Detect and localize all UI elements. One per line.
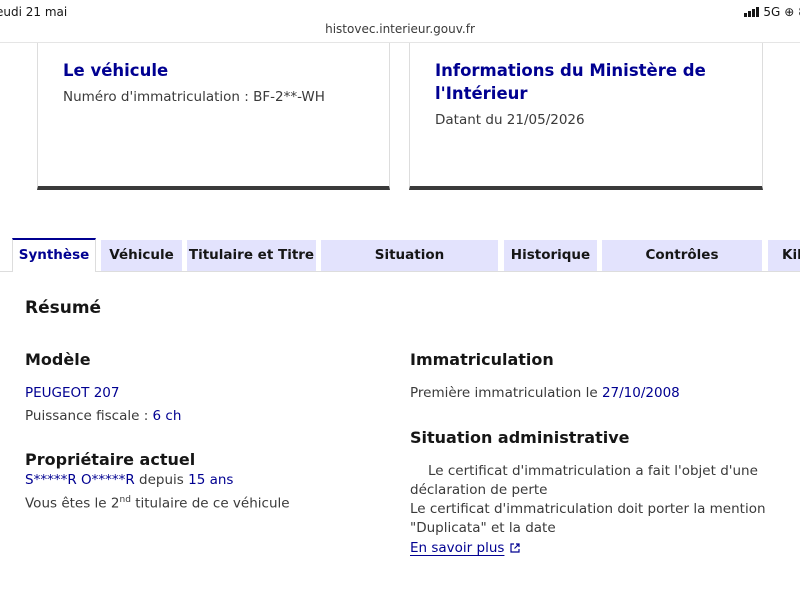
vehicle-card-title: Le véhicule <box>63 61 169 80</box>
registration-number: Numéro d'immatriculation : BF-2**-WH <box>63 89 325 105</box>
tab-titulaire-et-titre[interactable]: Titulaire et Titre <box>187 240 316 271</box>
admin-line-1: Le certificat d'immatriculation a fait l… <box>428 463 758 479</box>
tab-synthese[interactable]: Synthèse <box>12 238 96 272</box>
model-name: PEUGEOT 207 <box>25 385 120 401</box>
owner-since-value: 15 ans <box>188 472 234 488</box>
ministry-card-title: Informations du Ministère de l'Intérieur <box>435 61 706 103</box>
location-icon: ⊕ <box>784 5 795 19</box>
external-link-icon <box>510 543 521 553</box>
owner-rank-suffix: nd <box>119 495 131 505</box>
first-registration-date: 27/10/2008 <box>601 385 680 401</box>
admin-line-4: "Duplicata" et la date <box>410 520 556 536</box>
address-bar[interactable]: histovec.interieur.gouv.fr <box>0 22 800 42</box>
url-text: histovec.interieur.gouv.fr <box>325 22 475 36</box>
tab-vehicule[interactable]: Véhicule <box>101 240 182 271</box>
tab-kilometrage[interactable]: Kilo <box>768 240 800 271</box>
owner-name: S*****R O*****R <box>25 472 135 488</box>
owner-heading: Propriétaire actuel <box>25 450 196 469</box>
admin-heading: Situation administrative <box>410 428 630 447</box>
registration-heading: Immatriculation <box>410 350 554 369</box>
status-bar: eudi 21 mai 5G ⊕ 8 <box>0 0 800 22</box>
learn-more-label[interactable]: En savoir plus <box>410 540 504 556</box>
tab-panel <box>0 271 800 601</box>
first-registration-label: Première immatriculation le <box>410 385 602 401</box>
owner-since-label: depuis <box>134 472 189 488</box>
summary-heading: Résumé <box>25 298 102 318</box>
admin-line-2: déclaration de perte <box>410 482 548 498</box>
cellular-signal-icon <box>744 7 760 17</box>
owner-line: S*****R O*****R depuis 15 ans <box>25 471 233 490</box>
tab-historique[interactable]: Historique <box>504 240 597 271</box>
owner-rank-prefix: Vous êtes le <box>25 495 111 512</box>
model-heading: Modèle <box>25 350 91 369</box>
fiscal-power: Puissance fiscale : 6 ch <box>25 407 181 426</box>
learn-more-link[interactable]: En savoir plus <box>410 539 521 558</box>
fiscal-power-label: Puissance fiscale : <box>25 408 153 424</box>
ministry-date: Datant du 21/05/2026 <box>435 112 585 128</box>
first-registration: Première immatriculation le 27/10/2008 <box>410 384 680 403</box>
owner-rank-number: 2 <box>110 495 120 512</box>
owner-rank: Vous êtes le 2nd titulaire de ce véhicul… <box>25 491 290 514</box>
tab-controles-techniques[interactable]: Contrôles techniques <box>602 240 762 294</box>
status-indicators: 5G ⊕ 8 <box>744 5 800 19</box>
network-type: 5G <box>763 5 781 19</box>
ministry-card: Informations du Ministère de l'Intérieur… <box>409 43 763 190</box>
owner-rank-end: titulaire de ce véhicule <box>130 495 290 512</box>
tab-situation-administrative[interactable]: Situation administrative <box>321 240 498 294</box>
fiscal-power-value: 6 ch <box>152 408 182 424</box>
tab-bar: Synthèse Véhicule Titulaire et Titre Sit… <box>0 238 800 294</box>
admin-line-3: Le certificat d'immatriculation doit por… <box>410 501 766 517</box>
vehicle-card: Le véhicule Numéro d'immatriculation : B… <box>37 43 390 190</box>
status-date: eudi 21 mai <box>0 5 68 19</box>
